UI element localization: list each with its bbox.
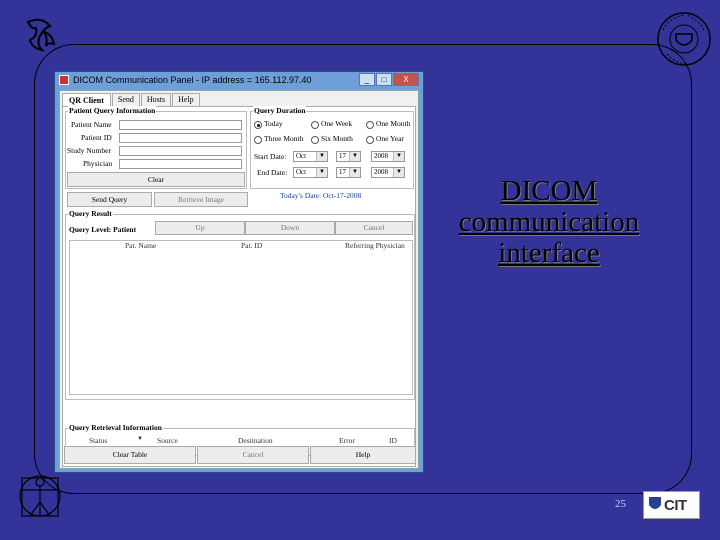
title-line-3: interface <box>498 237 600 269</box>
start-date-label: Start Date: <box>254 152 287 161</box>
end-day-value: 17 <box>339 168 346 176</box>
patient-query-label: Patient Query Information <box>68 106 157 115</box>
title-line-1: DICOM <box>500 175 598 207</box>
column-header-id[interactable]: ID <box>389 436 397 445</box>
clear-table-button[interactable]: Clear Table <box>64 446 196 464</box>
radio-one-week-label: One Week <box>321 119 353 128</box>
tab-qr-client[interactable]: QR Client <box>62 93 111 107</box>
column-header-status[interactable]: Status <box>89 436 107 445</box>
start-day-value: 17 <box>339 152 346 160</box>
hhs-logo-icon <box>26 18 56 52</box>
start-month-value: Oct <box>296 152 307 160</box>
end-month-value: Oct <box>296 168 307 176</box>
radio-six-month-label: Six Month <box>321 134 353 143</box>
retrieve-image-button[interactable]: Retrieve Image <box>154 192 248 207</box>
radio-today-label: Today <box>264 119 283 128</box>
window-client: QR Client Send Hosts Help Patient Query … <box>59 90 419 469</box>
end-year-select[interactable]: 2008 ▼ <box>371 167 405 178</box>
patient-id-input[interactable] <box>119 133 242 143</box>
down-button[interactable]: Down <box>245 221 335 235</box>
column-header-source[interactable]: Source <box>157 436 178 445</box>
cancel-button[interactable]: Cancel <box>197 446 309 464</box>
up-button[interactable]: Up <box>155 221 245 235</box>
todays-date-text: Today's Date: Oct-17-2008 <box>280 191 362 200</box>
tab-hosts[interactable]: Hosts <box>140 93 172 107</box>
tab-help[interactable]: Help <box>172 93 200 107</box>
radio-one-week[interactable] <box>311 121 319 129</box>
radio-three-month[interactable] <box>254 136 262 144</box>
query-level-label: Query Level: Patient <box>69 225 137 234</box>
query-duration-label: Query Duration <box>253 106 307 115</box>
chevron-down-icon: ▼ <box>316 168 327 177</box>
send-query-button[interactable]: Send Query <box>67 192 152 207</box>
maximize-button[interactable]: □ <box>376 73 392 86</box>
qr-client-panel: Patient Query Information Patient Name P… <box>62 106 416 467</box>
vitruvian-man-icon <box>19 475 61 517</box>
cit-logo-text: CIT <box>664 496 687 514</box>
nih-seal-icon <box>657 12 711 66</box>
end-date-label: End Date: <box>257 168 288 177</box>
start-year-select[interactable]: 2008 ▼ <box>371 151 405 162</box>
app-window: DICOM Communication Panel - IP address =… <box>54 71 424 473</box>
column-header-pat-name[interactable]: Pat. Name <box>125 241 156 250</box>
radio-today[interactable] <box>254 121 262 129</box>
start-month-select[interactable]: Oct ▼ <box>293 151 328 162</box>
chevron-down-icon: ▼ <box>393 152 404 161</box>
retrieval-label: Query Retrieval Information <box>68 423 163 432</box>
column-header-referring-physician[interactable]: Referring Physician <box>345 241 405 250</box>
end-day-select[interactable]: 17 ▼ <box>336 167 361 178</box>
cancel-query-button[interactable]: Cancel <box>335 221 413 235</box>
column-header-destination[interactable]: Destination <box>238 436 273 445</box>
query-result-table[interactable] <box>69 240 413 395</box>
physician-label: Physician <box>83 159 113 168</box>
start-day-select[interactable]: 17 ▼ <box>336 151 361 162</box>
study-number-label: Study Number <box>67 146 111 155</box>
end-year-value: 2008 <box>374 168 388 176</box>
column-header-error[interactable]: Error <box>339 436 355 445</box>
radio-three-month-label: Three Month <box>264 134 304 143</box>
query-result-label: Query Result <box>68 209 113 218</box>
tab-send[interactable]: Send <box>111 93 140 107</box>
help-button[interactable]: Help <box>310 446 416 464</box>
slide-title: DICOM communication interface <box>446 176 652 269</box>
radio-one-year[interactable] <box>366 136 374 144</box>
tab-bar: QR Client Send Hosts Help <box>62 93 201 107</box>
page-number: 25 <box>615 498 626 510</box>
patient-name-label: Patient Name <box>71 120 112 129</box>
radio-one-year-label: One Year <box>376 134 404 143</box>
clear-button[interactable]: Clear <box>67 172 245 187</box>
chevron-down-icon: ▼ <box>316 152 327 161</box>
window-title: DICOM Communication Panel - IP address =… <box>73 74 312 85</box>
cit-logo: CIT <box>643 491 700 519</box>
app-icon <box>59 74 69 85</box>
sort-down-icon[interactable]: ▼ <box>137 436 143 442</box>
column-header-pat-id[interactable]: Pat. ID <box>241 241 262 250</box>
end-month-select[interactable]: Oct ▼ <box>293 167 328 178</box>
radio-six-month[interactable] <box>311 136 319 144</box>
chevron-down-icon: ▼ <box>349 152 360 161</box>
chevron-down-icon: ▼ <box>349 168 360 177</box>
physician-input[interactable] <box>119 159 242 169</box>
study-number-input[interactable] <box>119 146 242 156</box>
title-line-2: communication <box>458 206 640 238</box>
chevron-down-icon: ▼ <box>393 168 404 177</box>
start-year-value: 2008 <box>374 152 388 160</box>
radio-one-month-label: One Month <box>376 119 411 128</box>
radio-one-month[interactable] <box>366 121 374 129</box>
close-button[interactable]: X <box>393 73 419 86</box>
cit-shield-icon <box>649 497 661 509</box>
patient-id-label: Patient ID <box>81 133 112 142</box>
minimize-button[interactable]: _ <box>359 73 375 86</box>
patient-name-input[interactable] <box>119 120 242 130</box>
